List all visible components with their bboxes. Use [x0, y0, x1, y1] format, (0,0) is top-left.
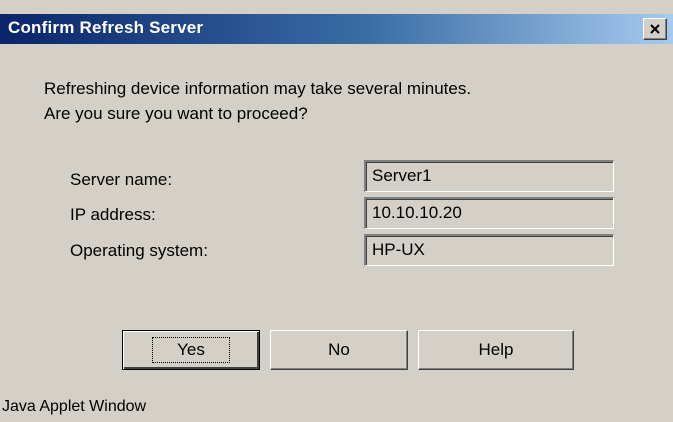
title-bar[interactable]: Confirm Refresh Server	[0, 14, 673, 44]
operating-system-label: Operating system:	[70, 241, 208, 260]
close-button[interactable]	[643, 18, 667, 40]
yes-button[interactable]: Yes	[122, 330, 260, 370]
window-title: Confirm Refresh Server	[8, 18, 204, 37]
yes-button-label: Yes	[152, 337, 230, 363]
message-line-2: Are you sure you want to proceed?	[44, 104, 308, 123]
help-button[interactable]: Help	[418, 330, 574, 370]
java-applet-window-label: Java Applet Window	[2, 398, 147, 415]
server-name-label: Server name:	[70, 170, 173, 189]
server-name-field: Server1	[364, 160, 614, 192]
operating-system-field: HP-UX	[364, 234, 614, 266]
confirmation-message: Refreshing device information may take s…	[44, 76, 471, 126]
ip-address-field: 10.10.10.20	[364, 197, 614, 229]
ip-address-label: IP address:	[70, 205, 156, 224]
close-icon	[650, 24, 660, 34]
message-line-1: Refreshing device information may take s…	[44, 79, 472, 98]
no-button[interactable]: No	[270, 330, 408, 370]
confirm-refresh-dialog: Confirm Refresh Server Refreshing device…	[0, 0, 673, 422]
